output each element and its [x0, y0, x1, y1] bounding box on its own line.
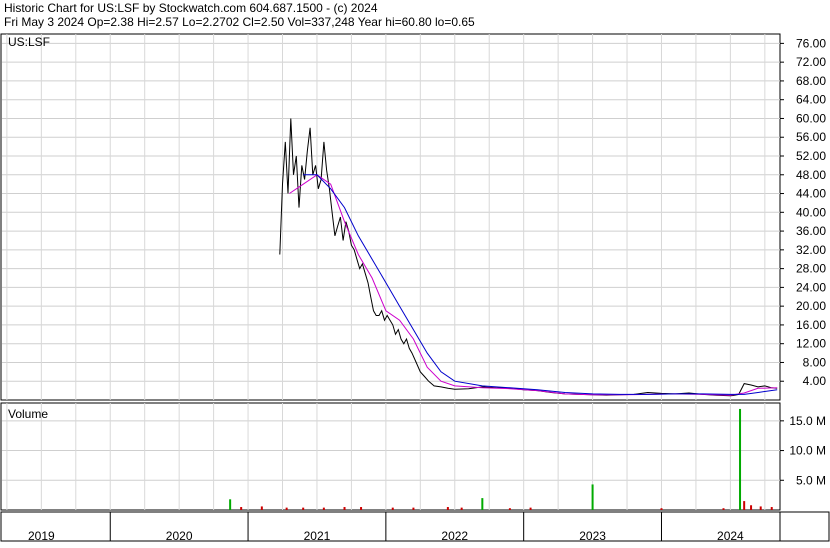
year-label: 2019: [28, 529, 55, 543]
volume-bar: [240, 507, 243, 510]
price-panel: [0, 33, 781, 401]
volume-bar: [322, 507, 325, 510]
volume-bar: [360, 507, 363, 510]
price-tick-label: 20.00: [796, 299, 826, 313]
volume-bar: [508, 508, 511, 510]
price-tick-label: 44.00: [796, 187, 826, 201]
volume-bar: [743, 501, 746, 510]
year-label: 2023: [579, 529, 606, 543]
volume-bar: [481, 498, 484, 510]
year-label: 2020: [166, 529, 193, 543]
price-tick-label: 16.00: [796, 318, 826, 332]
price-tick-label: 48.00: [796, 168, 826, 182]
moving-average-long: [303, 174, 778, 395]
volume-bars-group: [229, 408, 773, 510]
volume-tick-label: 10.0 M: [789, 444, 826, 458]
volume-bar: [739, 408, 742, 510]
price-tick-label: 72.00: [796, 55, 826, 69]
price-tick-label: 32.00: [796, 243, 826, 257]
volume-bar: [529, 507, 532, 510]
price-tick-label: 36.00: [796, 224, 826, 238]
price-series-group: [279, 118, 778, 397]
tick-labels-group: 76.00 72.00 68.00 64.00 60.00 56.00 52.00 48.00…: [28, 36, 826, 543]
price-tick-label: 40.00: [796, 205, 826, 219]
volume-bar: [660, 508, 663, 510]
price-tick-label: 28.00: [796, 262, 826, 276]
header-line-1: Historic Chart for US:LSF by Stockwatch.…: [4, 1, 378, 15]
price-tick-label: 12.00: [796, 337, 826, 351]
price-tick-label: 64.00: [796, 93, 826, 107]
year-label: 2022: [441, 529, 468, 543]
volume-bar: [750, 505, 753, 510]
grid-lines: [2, 34, 784, 541]
price-tick-label: 56.00: [796, 130, 826, 144]
year-label: 2021: [304, 529, 331, 543]
header-line-2: Fri May 3 2024 Op=2.38 Hi=2.57 Lo=2.2702…: [4, 15, 475, 29]
volume-bar: [722, 508, 725, 510]
price-line: [279, 118, 778, 397]
price-tick-label: 60.00: [796, 111, 826, 125]
year-axis-panel: [0, 511, 830, 542]
volume-label: Volume: [8, 407, 48, 421]
volume-bar: [391, 507, 394, 510]
volume-bar: [343, 507, 346, 510]
volume-bar: [460, 507, 463, 510]
volume-panel: [0, 402, 781, 511]
volume-tick-label: 15.0 M: [789, 414, 826, 428]
stock-chart: 76.00 72.00 68.00 64.00 60.00 56.00 52.00 48.00…: [0, 0, 830, 543]
volume-bar: [285, 507, 288, 510]
volume-bar: [759, 506, 762, 510]
volume-bar: [591, 484, 594, 510]
volume-bar: [229, 499, 232, 510]
volume-bar: [412, 507, 415, 510]
year-label: 2024: [717, 529, 744, 543]
symbol-label: US:LSF: [8, 35, 50, 49]
price-tick-label: 24.00: [796, 280, 826, 294]
price-tick-label: 76.00: [796, 36, 826, 50]
price-tick-label: 4.00: [803, 374, 827, 388]
price-tick-label: 68.00: [796, 74, 826, 88]
chart-svg: 76.00 72.00 68.00 64.00 60.00 56.00 52.00 48.00…: [0, 1, 830, 543]
volume-tick-label: 5.0 M: [796, 473, 826, 487]
volume-bar: [446, 507, 449, 510]
price-tick-label: 8.00: [803, 355, 827, 369]
volume-bar: [302, 507, 305, 510]
price-tick-label: 52.00: [796, 149, 826, 163]
volume-bar: [260, 506, 263, 510]
volume-bar: [770, 507, 773, 510]
